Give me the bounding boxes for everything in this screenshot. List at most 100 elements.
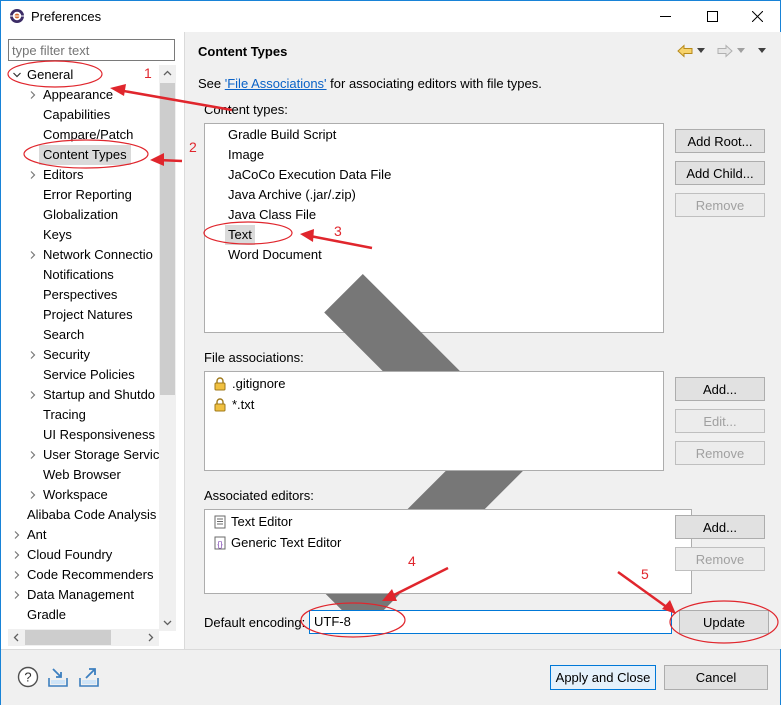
update-button[interactable]: Update xyxy=(679,610,769,634)
import-icon[interactable] xyxy=(47,666,69,688)
file-associations-label: File associations: xyxy=(204,350,304,365)
remove-association-button[interactable]: Remove xyxy=(675,441,765,465)
tree-horizontal-scrollbar[interactable] xyxy=(8,629,159,646)
content-type-label: JaCoCo Execution Data File xyxy=(228,167,392,182)
collapse-arrow-icon[interactable] xyxy=(28,90,38,100)
tree-item[interactable]: Alibaba Code Analysis xyxy=(8,505,160,525)
tree-hscroll-thumb[interactable] xyxy=(25,630,111,645)
add-root-button[interactable]: Add Root... xyxy=(675,129,765,153)
tree-item-label: Appearance xyxy=(43,87,114,102)
content-type-label: Java Class File xyxy=(228,207,317,222)
tree-item[interactable]: Keys xyxy=(8,225,160,245)
apply-and-close-button[interactable]: Apply and Close xyxy=(550,665,656,690)
tree-item-label: Data Management xyxy=(27,587,134,602)
tree-item[interactable]: Code Recommenders xyxy=(8,565,160,585)
file-associations-link[interactable]: 'File Associations' xyxy=(225,76,327,91)
minimize-button[interactable] xyxy=(642,1,688,32)
tree-item[interactable]: Security xyxy=(8,345,160,365)
collapse-arrow-icon[interactable] xyxy=(12,570,22,580)
associated-editors-list: Text Editor {} Generic Text Editor xyxy=(204,509,692,594)
tree-item[interactable]: Tracing xyxy=(8,405,160,425)
back-arrow-icon[interactable] xyxy=(677,44,693,58)
content-type-item[interactable]: Image xyxy=(207,145,662,165)
content-type-item[interactable]: Word Document xyxy=(207,245,662,265)
tree-item-label: Security xyxy=(43,347,90,362)
tree-item[interactable]: Data Management xyxy=(8,585,160,605)
edit-association-button[interactable]: Edit... xyxy=(675,409,765,433)
file-association-item[interactable]: *.txt xyxy=(207,395,662,415)
back-menu-icon[interactable] xyxy=(697,48,705,54)
tree-item[interactable]: Ant xyxy=(8,525,160,545)
remove-editor-button[interactable]: Remove xyxy=(675,547,765,571)
tree-item[interactable]: Capabilities xyxy=(8,105,160,125)
remove-content-type-button[interactable]: Remove xyxy=(675,193,765,217)
tree-item-label: Compare/Patch xyxy=(43,127,134,142)
content-type-item[interactable]: Text xyxy=(207,225,662,632)
tree-item[interactable]: Appearance xyxy=(8,85,160,105)
close-button[interactable] xyxy=(734,1,780,32)
cancel-button[interactable]: Cancel xyxy=(664,665,768,690)
tree-item-label: Alibaba Code Analysis xyxy=(27,507,157,522)
collapse-arrow-icon[interactable] xyxy=(28,170,38,180)
tree-item[interactable]: Project Natures xyxy=(8,305,160,325)
filter-input[interactable] xyxy=(8,39,175,61)
tree-item[interactable]: Content Types xyxy=(8,145,160,165)
tree-item[interactable]: User Storage Servic xyxy=(8,445,160,465)
tree-item[interactable]: Web Browser xyxy=(8,465,160,485)
tree-item[interactable]: Perspectives xyxy=(8,285,160,305)
associated-editors-label: Associated editors: xyxy=(204,488,314,503)
content-type-item[interactable]: Java Archive (.jar/.zip) xyxy=(207,185,662,205)
collapse-arrow-icon[interactable] xyxy=(28,390,38,400)
maximize-button[interactable] xyxy=(689,1,735,32)
scroll-right-icon[interactable] xyxy=(146,633,155,642)
view-menu-icon[interactable] xyxy=(758,48,766,54)
tree-item-label: Notifications xyxy=(43,267,114,282)
add-association-button[interactable]: Add... xyxy=(675,377,765,401)
collapse-arrow-icon[interactable] xyxy=(28,350,38,360)
collapse-arrow-icon[interactable] xyxy=(28,490,38,500)
export-icon[interactable] xyxy=(78,666,100,688)
forward-menu-icon[interactable] xyxy=(737,48,745,54)
collapse-arrow-icon[interactable] xyxy=(12,530,22,540)
add-child-button[interactable]: Add Child... xyxy=(675,161,765,185)
history-nav xyxy=(677,42,777,60)
associated-editor-item[interactable]: Text Editor xyxy=(207,512,657,532)
tree-item[interactable]: Gradle xyxy=(8,605,160,625)
tree-vscroll-thumb[interactable] xyxy=(160,83,175,395)
tree-item[interactable]: Editors xyxy=(8,165,160,185)
collapse-arrow-icon[interactable] xyxy=(12,590,22,600)
add-editor-button[interactable]: Add... xyxy=(675,515,765,539)
page-description: See 'File Associations' for associating … xyxy=(198,76,542,91)
scroll-left-icon[interactable] xyxy=(12,633,21,642)
tree-item[interactable]: UI Responsiveness xyxy=(8,425,160,445)
forward-arrow-icon[interactable] xyxy=(717,44,733,58)
collapse-arrow-icon[interactable] xyxy=(12,550,22,560)
content-type-item[interactable]: Java Class File xyxy=(207,205,662,225)
tree-item[interactable]: Notifications xyxy=(8,265,160,285)
tree-item[interactable]: Globalization xyxy=(8,205,160,225)
tree-item[interactable]: General xyxy=(8,65,160,85)
expand-arrow-icon[interactable] xyxy=(12,70,22,80)
associated-editor-item[interactable]: {} Generic Text Editor xyxy=(207,533,657,553)
tree-item[interactable]: Compare/Patch xyxy=(8,125,160,145)
default-encoding-input[interactable]: UTF-8 xyxy=(309,610,672,634)
scroll-up-icon[interactable] xyxy=(163,69,172,78)
collapse-arrow-icon[interactable] xyxy=(28,450,38,460)
help-icon[interactable]: ? xyxy=(17,666,39,688)
tree-item[interactable]: Cloud Foundry xyxy=(8,545,160,565)
tree-item[interactable]: Workspace xyxy=(8,485,160,505)
collapse-arrow-icon[interactable] xyxy=(28,250,38,260)
file-association-item[interactable]: .gitignore xyxy=(207,374,662,394)
tree-item[interactable]: Startup and Shutdo xyxy=(8,385,160,405)
content-type-item[interactable]: JaCoCo Execution Data File xyxy=(207,165,662,185)
tree-item-label: Workspace xyxy=(43,487,108,502)
default-encoding-label: Default encoding: xyxy=(204,615,306,630)
preferences-window: Preferences General Appearance Capabilitie… xyxy=(0,0,781,705)
tree-item[interactable]: Error Reporting xyxy=(8,185,160,205)
scroll-down-icon[interactable] xyxy=(163,618,172,627)
tree-vertical-scrollbar[interactable] xyxy=(159,65,176,631)
tree-item[interactable]: Network Connectio xyxy=(8,245,160,265)
tree-item[interactable]: Service Policies xyxy=(8,365,160,385)
tree-item[interactable]: Search xyxy=(8,325,160,345)
content-type-item[interactable]: Gradle Build Script xyxy=(207,125,662,145)
